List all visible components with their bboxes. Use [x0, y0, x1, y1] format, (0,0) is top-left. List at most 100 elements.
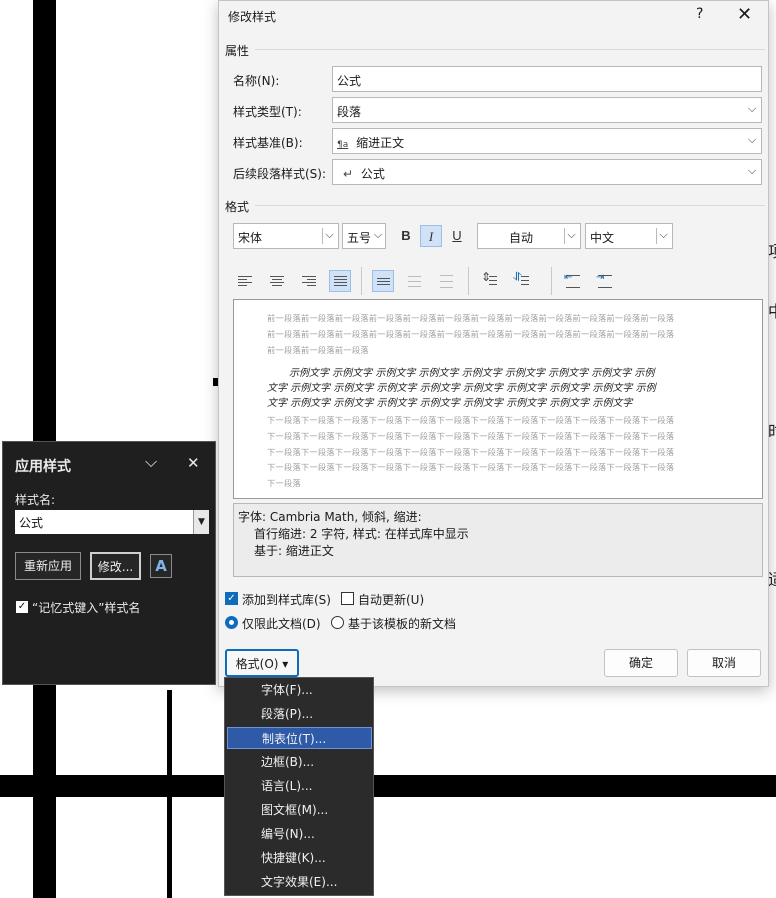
- align-right-icon[interactable]: [298, 270, 320, 292]
- menu-item-language[interactable]: 语言(L)...: [227, 775, 372, 797]
- chevron-down-icon: ⌵: [322, 228, 336, 244]
- autocomplete-label[interactable]: “记忆式键入”样式名: [32, 599, 140, 616]
- following-style-select[interactable]: ↵ 公式 ⌵: [332, 159, 762, 185]
- bold-button[interactable]: B: [395, 225, 417, 247]
- based-on-label: 样式基准(B):: [233, 136, 303, 150]
- increase-spacing-icon[interactable]: ⇕: [479, 270, 501, 292]
- format-menu-button[interactable]: 格式(O) ▾: [225, 649, 299, 677]
- line-spacing-single-icon[interactable]: [372, 270, 394, 292]
- decrease-spacing-icon[interactable]: ⥯: [511, 270, 533, 292]
- italic-button[interactable]: I: [420, 225, 442, 247]
- decrease-indent-icon[interactable]: ⇤: [562, 270, 584, 292]
- dialog-title: 修改样式: [228, 10, 277, 24]
- justify-icon[interactable]: [329, 270, 351, 292]
- menu-item-borders[interactable]: 边框(B)...: [227, 751, 372, 773]
- description-line: 字体: Cambria Math, 倾斜, 缩进:: [238, 510, 422, 524]
- help-button[interactable]: ?: [696, 6, 703, 22]
- ok-button[interactable]: 确定: [604, 649, 678, 677]
- doc-edge-text: 时: [768, 418, 776, 442]
- table-border-inner: [167, 690, 172, 898]
- preview-next-paragraph: 下一段落下一段落下一段落下一段落下一段落下一段落下一段落下一段落下一段落下一段落…: [267, 431, 675, 441]
- doc-edge-text: 项: [768, 238, 776, 262]
- auto-update-label[interactable]: 自动更新(U): [358, 591, 424, 608]
- align-center-icon[interactable]: [266, 270, 288, 292]
- autocomplete-checkbox[interactable]: ✓: [16, 601, 28, 613]
- doc-edge-text: 中: [768, 298, 776, 322]
- doc-edge-text: 适: [768, 566, 776, 590]
- preview-previous-paragraph: 前一段落前一段落前一段落: [267, 345, 369, 355]
- chevron-down-icon: ⌵: [373, 228, 383, 241]
- following-style-value: 公式: [360, 167, 385, 181]
- style-description: 字体: Cambria Math, 倾斜, 缩进: 首行缩进: 2 字符, 样式…: [233, 503, 763, 577]
- increase-indent-icon[interactable]: ⇥: [594, 270, 616, 292]
- template-documents-radio[interactable]: [331, 616, 344, 629]
- name-value: 公式: [337, 74, 362, 88]
- table-border-horizontal: [0, 775, 776, 797]
- based-on-value: 缩进正文: [356, 136, 405, 150]
- dialog-titlebar[interactable]: 修改样式 ? ✕: [219, 1, 768, 31]
- font-color-select[interactable]: 自动 ⌵: [477, 223, 581, 249]
- format-section-title: 格式: [225, 200, 250, 214]
- cancel-button[interactable]: 取消: [687, 649, 761, 677]
- name-input[interactable]: 公式: [332, 66, 762, 92]
- only-this-document-radio[interactable]: [225, 616, 238, 629]
- add-to-gallery-checkbox[interactable]: ✓: [225, 592, 238, 605]
- menu-item-font[interactable]: 字体(F)...: [227, 679, 372, 701]
- reapply-button[interactable]: 重新应用: [15, 552, 81, 580]
- paragraph-style-icon: ¶a: [337, 140, 349, 150]
- modify-button[interactable]: 修改...: [90, 552, 141, 580]
- styles-pane-icon[interactable]: A: [150, 554, 172, 578]
- font-size-select[interactable]: 五号 ⌵: [342, 223, 386, 249]
- style-name-input[interactable]: 公式 ▼: [15, 510, 209, 534]
- auto-update-checkbox[interactable]: [341, 592, 354, 605]
- divider: [255, 205, 765, 206]
- font-select[interactable]: 宋体 ⌵: [233, 223, 339, 249]
- menu-item-shortcut-key[interactable]: 快捷键(K)...: [227, 847, 372, 869]
- following-style-label: 后续段落样式(S):: [233, 167, 327, 181]
- based-on-select[interactable]: ¶a 缩进正文 ⌵: [332, 128, 762, 154]
- chevron-down-icon: ⌵: [564, 228, 578, 244]
- style-type-select[interactable]: 段落 ⌵: [332, 97, 762, 123]
- template-documents-label[interactable]: 基于该模板的新文档: [348, 615, 456, 632]
- panel-title: 应用样式: [15, 459, 71, 475]
- script-select[interactable]: 中文 ⌵: [585, 223, 673, 249]
- menu-item-numbering[interactable]: 编号(N)...: [227, 823, 372, 845]
- line-spacing-one-half-icon[interactable]: [404, 270, 426, 292]
- only-this-document-label[interactable]: 仅限此文档(D): [242, 615, 321, 632]
- preview-next-paragraph: 下一段落下一段落下一段落下一段落下一段落下一段落下一段落下一段落下一段落下一段落…: [267, 415, 675, 425]
- menu-item-paragraph[interactable]: 段落(P)...: [227, 703, 372, 725]
- properties-section-title: 属性: [225, 44, 250, 58]
- style-type-value: 段落: [337, 105, 362, 119]
- apply-styles-panel: 应用样式 ⌵ ✕ 样式名: 公式 ▼ 重新应用 修改... A ✓ “记忆式键入…: [2, 441, 216, 685]
- font-size-value: 五号: [347, 231, 372, 245]
- font-color-value: 自动: [508, 231, 533, 245]
- chevron-down-icon[interactable]: ⌵: [145, 452, 157, 472]
- chevron-down-icon: ⌵: [747, 102, 757, 115]
- modify-style-dialog: 修改样式 ? ✕ 属性 名称(N): 公式 样式类型(T): 段落 ⌵ 样式基准…: [218, 0, 769, 687]
- underline-button[interactable]: U: [446, 225, 468, 247]
- preview-next-paragraph: 下一段落下一段落下一段落下一段落下一段落下一段落下一段落下一段落下一段落下一段落…: [267, 447, 675, 457]
- preview-next-paragraph: 下一段落下一段落下一段落下一段落下一段落下一段落下一段落下一段落下一段落下一段落…: [267, 462, 675, 472]
- style-type-label: 样式类型(T):: [233, 105, 302, 119]
- chevron-down-icon: ⌵: [656, 228, 670, 244]
- close-icon[interactable]: ✕: [187, 454, 200, 472]
- preview-previous-paragraph: 前一段落前一段落前一段落前一段落前一段落前一段落前一段落前一段落前一段落前一段落…: [267, 329, 675, 339]
- preview-sample-text: 文字 示例文字 示例文字 示例文字 示例文字 示例文字 示例文字 示例文字 示例…: [267, 398, 633, 409]
- description-line: 基于: 缩进正文: [254, 544, 334, 558]
- menu-item-text-effects[interactable]: 文字效果(E)...: [227, 871, 372, 893]
- add-to-gallery-label[interactable]: 添加到样式库(S): [242, 591, 331, 608]
- linked-style-icon: ↵: [343, 167, 354, 181]
- divider: [255, 49, 765, 50]
- line-spacing-double-icon[interactable]: [436, 270, 458, 292]
- style-name-value: 公式: [19, 516, 44, 530]
- description-line: 首行缩进: 2 字符, 样式: 在样式库中显示: [254, 527, 469, 541]
- menu-item-frame[interactable]: 图文框(M)...: [227, 799, 372, 821]
- preview-previous-paragraph: 前一段落前一段落前一段落前一段落前一段落前一段落前一段落前一段落前一段落前一段落…: [267, 313, 675, 323]
- chevron-down-icon[interactable]: ▼: [193, 510, 209, 534]
- divider: [468, 267, 469, 295]
- divider: [551, 267, 552, 295]
- close-icon[interactable]: ✕: [737, 4, 752, 25]
- menu-item-tabs[interactable]: 制表位(T)...: [227, 727, 372, 749]
- preview-next-paragraph: 下一段落: [267, 478, 301, 488]
- align-left-icon[interactable]: [234, 270, 256, 292]
